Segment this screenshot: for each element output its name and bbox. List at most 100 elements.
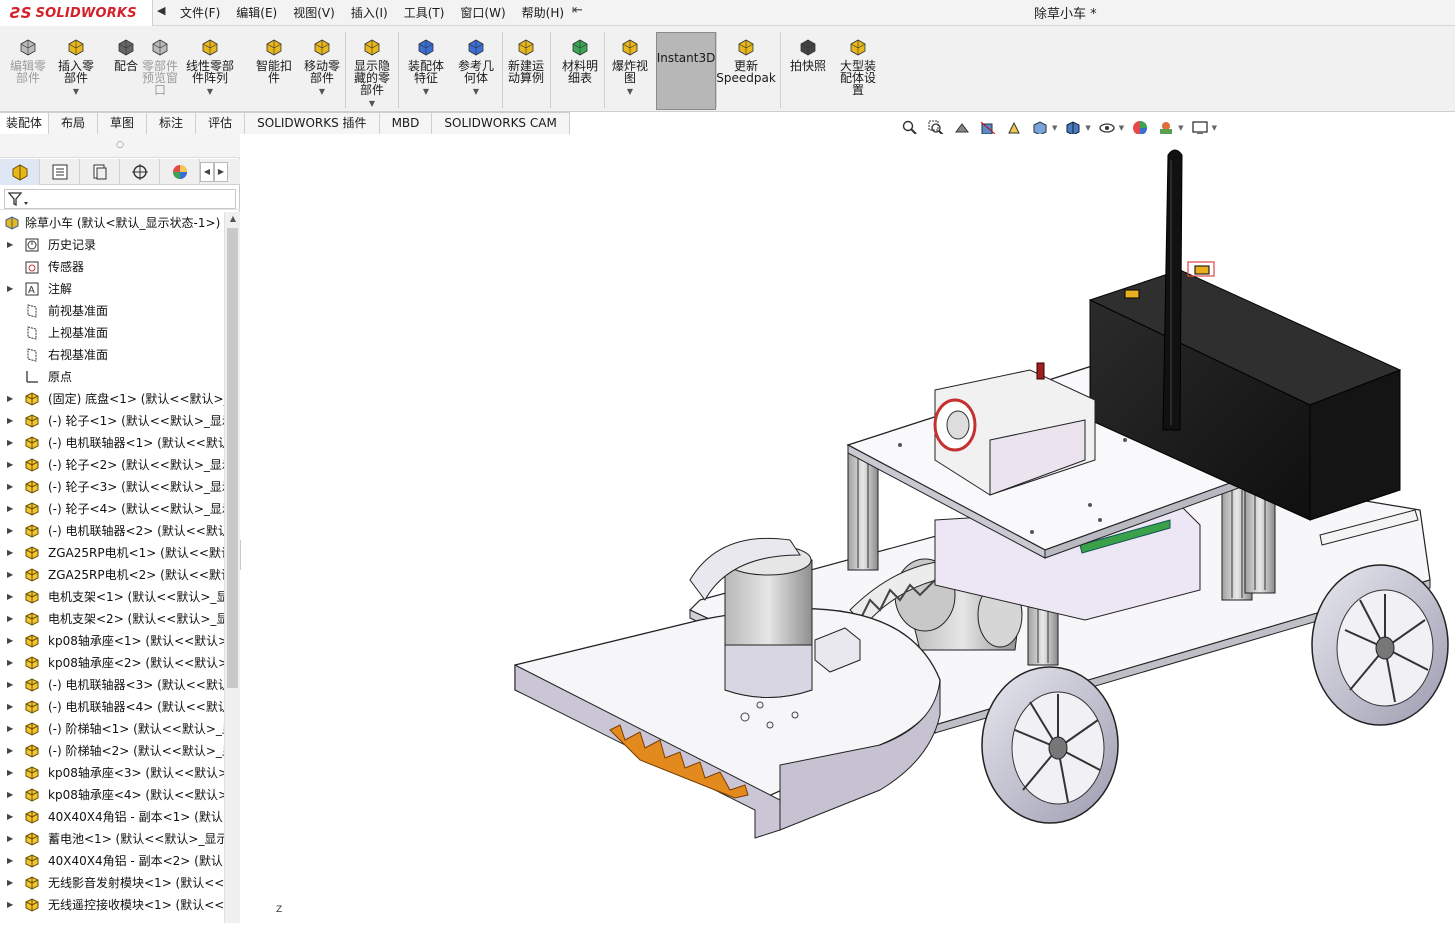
tab-property-manager[interactable] — [40, 159, 80, 185]
expand-arrow-icon[interactable]: ▶ — [7, 454, 13, 476]
panel-tabs-scroll-left[interactable]: ◀ — [200, 162, 214, 182]
expand-arrow-icon[interactable]: ▶ — [7, 564, 13, 586]
expand-arrow-icon[interactable]: ▶ — [7, 432, 13, 454]
tree-item[interactable]: ▶ 无线遥控接收模块<1> (默认<<默 — [0, 894, 224, 916]
speedpak-button[interactable]: 更新 Speedpak — [716, 36, 776, 84]
menu-item-0[interactable]: 文件(F) — [172, 0, 228, 26]
expand-arrow-icon[interactable]: ▶ — [7, 652, 13, 674]
expand-arrow-icon[interactable]: ▶ — [7, 586, 13, 608]
tree-item[interactable]: ▶ (-) 阶梯轴<2> (默认<<默认>_显 — [0, 740, 224, 762]
tree-item[interactable]: ▶ (-) 轮子<4> (默认<<默认>_显示 — [0, 498, 224, 520]
tree-item[interactable]: ▶ kp08轴承座<4> (默认<<默认>_ — [0, 784, 224, 806]
expand-arrow-icon[interactable]: ▶ — [7, 740, 13, 762]
show-hidden-button[interactable]: 显示隐 藏的零 部件 ▼ — [348, 36, 396, 110]
tree-item[interactable]: 右视基准面 — [0, 344, 224, 366]
expand-arrow-icon[interactable]: ▶ — [7, 762, 13, 784]
dropdown-arrow-icon[interactable]: ▼ — [627, 86, 633, 98]
tree-item[interactable]: 上视基准面 — [0, 322, 224, 344]
tree-item[interactable]: ▶ 电机支架<2> (默认<<默认>_显 — [0, 608, 224, 630]
tree-item[interactable]: 前视基准面 — [0, 300, 224, 322]
expand-arrow-icon[interactable]: ▶ — [7, 828, 13, 850]
tree-root-assembly[interactable]: 除草小车 (默认<默认_显示状态-1>) — [0, 212, 224, 234]
tree-item[interactable]: ▶ (固定) 底盘<1> (默认<<默认>_ — [0, 388, 224, 410]
expand-arrow-icon[interactable]: ▶ — [7, 696, 13, 718]
insert-component-button[interactable]: 插入零 部件 ▼ — [52, 36, 100, 98]
expand-arrow-icon[interactable]: ▶ — [7, 278, 13, 300]
expand-arrow-icon[interactable]: ▶ — [7, 894, 13, 916]
dropdown-arrow-icon[interactable]: ▼ — [423, 86, 429, 98]
tab-dimxpert-manager[interactable] — [120, 159, 160, 185]
expand-arrow-icon[interactable]: ▶ — [7, 234, 13, 256]
tab-4[interactable]: 评估 — [196, 112, 246, 134]
instant3d-button[interactable]: Instant3D — [657, 52, 716, 64]
menu-item-2[interactable]: 视图(V) — [285, 0, 343, 26]
tree-item[interactable]: ▶ 历史记录 — [0, 234, 224, 256]
expand-arrow-icon[interactable]: ▶ — [7, 784, 13, 806]
menu-item-6[interactable]: 帮助(H) — [514, 0, 572, 26]
tree-item[interactable]: ▶ A 注解 — [0, 278, 224, 300]
solidworks-logo[interactable]: ƧS SOLIDWORKS — [0, 0, 153, 26]
tree-item[interactable]: ▶ (-) 电机联轴器<3> (默认<<默认 — [0, 674, 224, 696]
tree-item[interactable]: ▶ 40X40X4角铝 - 副本<1> (默认< — [0, 806, 224, 828]
dropdown-arrow-icon[interactable]: ▼ — [319, 86, 325, 98]
expand-arrow-icon[interactable]: ▶ — [7, 806, 13, 828]
display-style-dropdown-icon[interactable]: ▼ — [1085, 124, 1090, 132]
tree-item[interactable]: ▶ 电机支架<1> (默认<<默认>_显 — [0, 586, 224, 608]
smart-fasteners-button[interactable]: 智能扣 件 — [250, 36, 298, 84]
tab-6[interactable]: MBD — [379, 112, 433, 134]
expand-arrow-icon[interactable]: ▶ — [7, 498, 13, 520]
large-assembly-button[interactable]: 大型装 配体设 置 — [834, 36, 882, 96]
exploded-view-button[interactable]: 爆炸视 图 ▼ — [606, 36, 654, 98]
menu-item-3[interactable]: 插入(I) — [343, 0, 396, 26]
tab-0[interactable]: 装配体 — [0, 112, 50, 134]
tree-item[interactable]: ▶ (-) 电机联轴器<1> (默认<<默认 — [0, 432, 224, 454]
expand-arrow-icon[interactable]: ▶ — [7, 630, 13, 652]
tab-1[interactable]: 布局 — [49, 112, 99, 134]
tree-scrollbar[interactable]: ▲ — [224, 212, 240, 923]
expand-arrow-icon[interactable]: ▶ — [7, 850, 13, 872]
weeding-cart-3d-model[interactable] — [241, 134, 1455, 923]
view-orientation-dropdown-icon[interactable]: ▼ — [1052, 124, 1057, 132]
tab-3[interactable]: 标注 — [147, 112, 197, 134]
tree-item[interactable]: ▶ (-) 轮子<3> (默认<<默认>_显示 — [0, 476, 224, 498]
scrollbar-thumb[interactable] — [227, 228, 238, 688]
tab-configuration-manager[interactable] — [80, 159, 120, 185]
tree-item[interactable]: ▶ (-) 轮子<1> (默认<<默认>_显示 — [0, 410, 224, 432]
dropdown-arrow-icon[interactable]: ▼ — [473, 86, 479, 98]
menu-item-4[interactable]: 工具(T) — [396, 0, 453, 26]
tree-item[interactable]: 原点 — [0, 366, 224, 388]
expand-arrow-icon[interactable]: ▶ — [7, 674, 13, 696]
snapshot-button[interactable]: 拍快照 — [784, 36, 832, 72]
tab-7[interactable]: SOLIDWORKS CAM — [432, 112, 570, 134]
tree-item[interactable]: ▶ (-) 轮子<2> (默认<<默认>_显示 — [0, 454, 224, 476]
reference-geometry-button[interactable]: 参考几 何体 ▼ — [452, 36, 500, 98]
expand-arrow-icon[interactable]: ▶ — [7, 410, 13, 432]
tree-item[interactable]: 传感器 — [0, 256, 224, 278]
graphics-area[interactable] — [241, 134, 1455, 923]
tab-5[interactable]: SOLIDWORKS 插件 — [245, 112, 380, 134]
panel-grip[interactable]: ○ — [0, 134, 240, 158]
panel-tabs-scroll-right[interactable]: ▶ — [214, 162, 228, 182]
dropdown-arrow-icon[interactable]: ▼ — [207, 86, 213, 98]
tree-item[interactable]: ▶ kp08轴承座<3> (默认<<默认>_ — [0, 762, 224, 784]
tree-item[interactable]: ▶ kp08轴承座<1> (默认<<默认>_ — [0, 630, 224, 652]
tree-filter-input[interactable] — [4, 189, 236, 209]
dropdown-arrow-icon[interactable]: ▼ — [73, 86, 79, 98]
scroll-up-icon[interactable]: ▲ — [225, 212, 241, 226]
edit-component-button[interactable]: 编辑零 部件 — [4, 36, 52, 84]
expand-arrow-icon[interactable]: ▶ — [7, 520, 13, 542]
expand-arrow-icon[interactable]: ▶ — [7, 872, 13, 894]
tree-item[interactable]: ▶ (-) 阶梯轴<1> (默认<<默认>_显 — [0, 718, 224, 740]
menu-item-1[interactable]: 编辑(E) — [228, 0, 285, 26]
menu-expand-arrow-icon[interactable]: ◀ — [157, 4, 165, 17]
tree-item[interactable]: ▶ ZGA25RP电机<2> (默认<<默认 — [0, 564, 224, 586]
tab-display-manager[interactable] — [160, 159, 200, 185]
assembly-features-button[interactable]: 装配体 特征 ▼ — [402, 36, 450, 98]
expand-arrow-icon[interactable]: ▶ — [7, 476, 13, 498]
expand-arrow-icon[interactable]: ▶ — [7, 542, 13, 564]
bom-button[interactable]: 材料明 细表 — [556, 36, 604, 84]
expand-arrow-icon[interactable]: ▶ — [7, 608, 13, 630]
apply-scene-dropdown-icon[interactable]: ▼ — [1178, 124, 1183, 132]
tab-feature-manager[interactable] — [0, 159, 40, 185]
tree-item[interactable]: ▶ (-) 电机联轴器<2> (默认<<默认 — [0, 520, 224, 542]
